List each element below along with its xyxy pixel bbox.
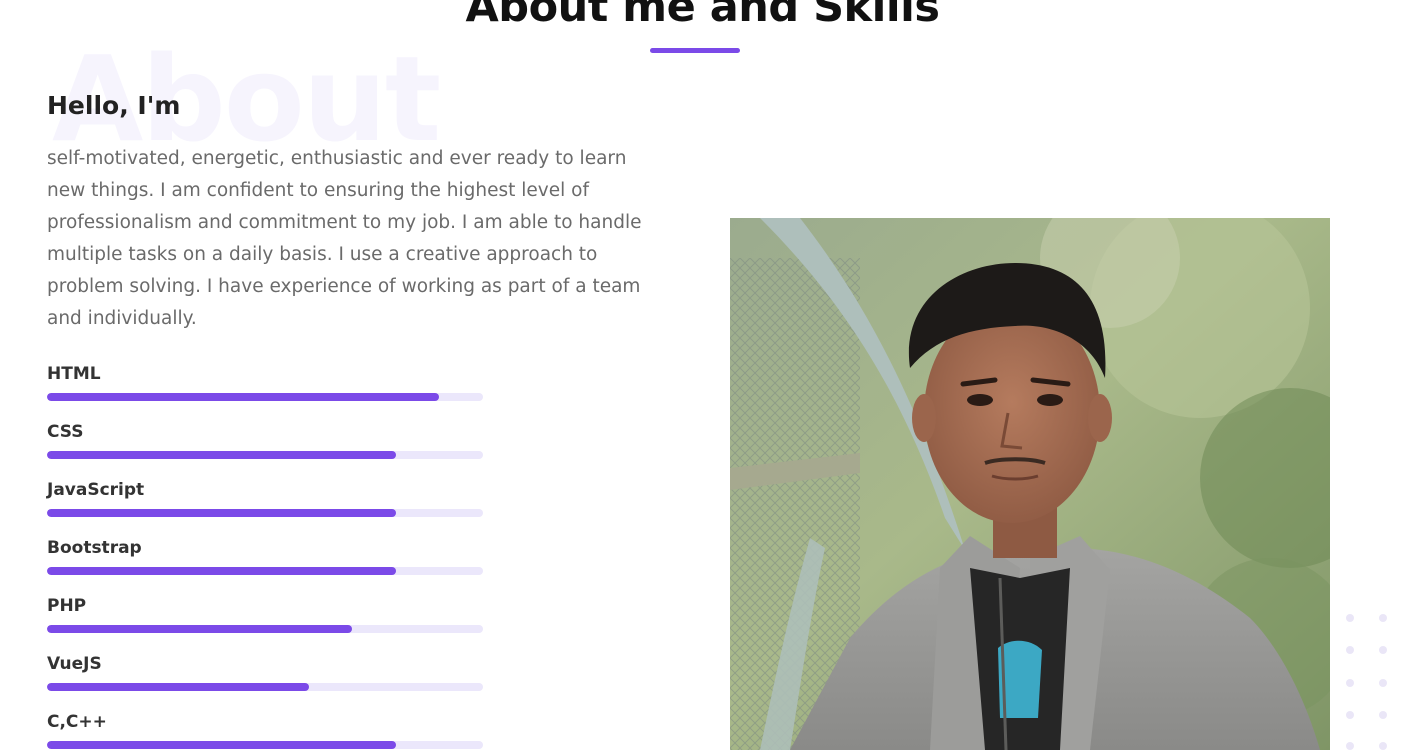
- skill-progress-track: [47, 683, 483, 691]
- skill-label: CSS: [47, 422, 84, 442]
- skill-item: JavaScript: [47, 477, 483, 535]
- skill-label: Bootstrap: [47, 538, 142, 558]
- skill-progress-fill: [47, 509, 396, 517]
- title-underline: [650, 48, 740, 53]
- skill-label: PHP: [47, 596, 87, 616]
- about-section: About About me and Skills Hello, I'm sel…: [0, 0, 1405, 750]
- skill-progress-fill: [47, 683, 309, 691]
- skill-progress-fill: [47, 451, 396, 459]
- skill-item: PHP: [47, 593, 483, 651]
- skill-progress-fill: [47, 393, 440, 401]
- skill-item: HTML: [47, 361, 483, 419]
- skill-label: JavaScript: [47, 480, 145, 500]
- greeting-heading: Hello, I'm: [47, 91, 181, 120]
- skill-progress-fill: [47, 625, 353, 633]
- skill-progress-track: [47, 393, 483, 401]
- skill-progress-track: [47, 451, 483, 459]
- profile-photo: [730, 218, 1330, 750]
- skill-progress-track: [47, 625, 483, 633]
- skill-label: C,C++: [47, 712, 107, 732]
- skill-progress-track: [47, 509, 483, 517]
- section-title: About me and Skills: [465, 0, 940, 32]
- skill-label: HTML: [47, 364, 101, 384]
- skill-item: CSS: [47, 419, 483, 477]
- skills-list: HTML CSS JavaScript Bootstrap PHP VueJS …: [47, 361, 483, 750]
- skill-label: VueJS: [47, 654, 102, 674]
- skill-progress-track: [47, 567, 483, 575]
- skill-progress-fill: [47, 741, 396, 749]
- skill-item: VueJS: [47, 651, 483, 709]
- skill-progress-fill: [47, 567, 396, 575]
- bio-paragraph: self-motivated, energetic, enthusiastic …: [47, 148, 642, 329]
- skill-progress-track: [47, 741, 483, 749]
- dot-grid-icon: [1344, 612, 1394, 750]
- skill-item: Bootstrap: [47, 535, 483, 593]
- skill-item: C,C++: [47, 709, 483, 750]
